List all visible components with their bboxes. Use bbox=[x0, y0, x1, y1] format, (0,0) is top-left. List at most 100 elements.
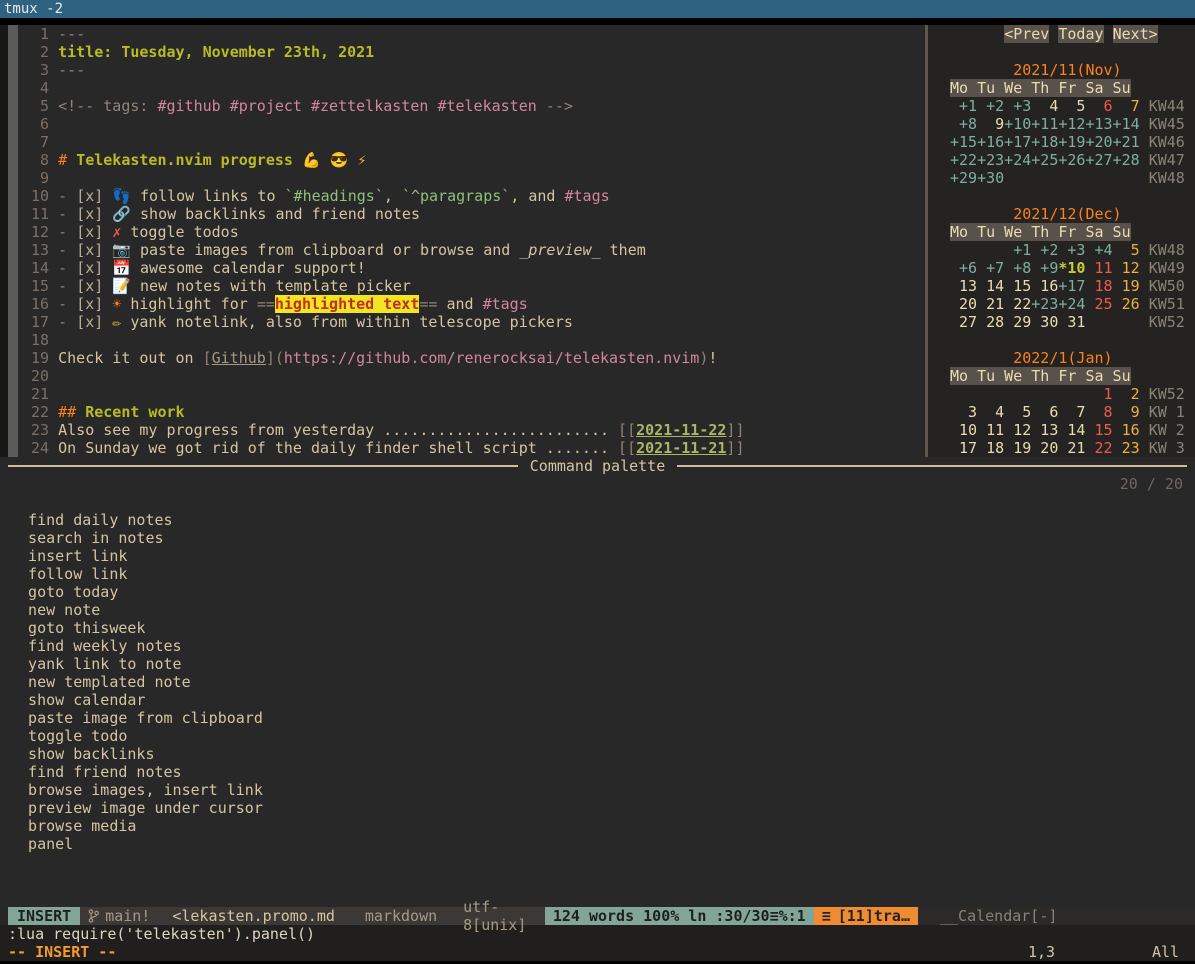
scrollbar[interactable] bbox=[8, 25, 18, 457]
palette-item[interactable]: follow link bbox=[10, 565, 1195, 583]
palette-item[interactable]: goto thisweek bbox=[10, 619, 1195, 637]
palette-item[interactable]: browse images, insert link bbox=[10, 781, 1195, 799]
editor-window[interactable]: 1 --- 2 title: Tuesday, November 23th, 2… bbox=[18, 25, 929, 457]
calendar-days[interactable]: 10 11 12 13 14 bbox=[950, 421, 1085, 439]
filename[interactable]: <lekasten.promo.md bbox=[172, 907, 335, 925]
calendar-days[interactable]: 27 28 29 30 31 bbox=[950, 313, 1085, 331]
editor-line: 12 - [x] ✗ toggle todos bbox=[22, 223, 929, 241]
calendar-days[interactable]: +8 bbox=[950, 115, 977, 133]
palette-item[interactable]: new note bbox=[10, 601, 1195, 619]
calendar-days[interactable]: +22+23+24+25+26+27+28 bbox=[950, 151, 1140, 169]
calendar-days[interactable]: 19 bbox=[1113, 277, 1140, 295]
muscle-sunglasses-zap-emojis: 💪 😎 ⚡ bbox=[302, 151, 366, 169]
text-run: ....... bbox=[546, 439, 609, 457]
today-marker[interactable]: *10 bbox=[1058, 259, 1085, 277]
buffers-label: [11]tra… bbox=[838, 907, 910, 925]
calendar-days[interactable]: 1 bbox=[1085, 385, 1112, 403]
text-run: - bbox=[58, 313, 76, 331]
line-number: 12 bbox=[22, 223, 58, 241]
calendar-emoji: 📅 bbox=[112, 259, 131, 277]
checkbox-checked[interactable]: [x] bbox=[76, 205, 103, 223]
calendar-days[interactable]: 26 bbox=[1113, 295, 1140, 313]
calendar-days[interactable]: 20 21 22 bbox=[950, 295, 1031, 313]
editor-line: 19 Check it out on [Github](https://gith… bbox=[22, 349, 929, 367]
palette-item[interactable]: find daily notes bbox=[10, 511, 1195, 529]
calendar-days[interactable]: +6 +7 +8 +9 bbox=[950, 259, 1058, 277]
word-count-position: 124 words 100% ln :30/30≡%:1 bbox=[545, 907, 814, 925]
calendar-days[interactable]: 9 bbox=[977, 115, 1004, 133]
next-button[interactable]: Next> bbox=[1113, 25, 1158, 43]
calendar-days[interactable]: 6 bbox=[1085, 97, 1112, 115]
editor-line: 20 bbox=[22, 367, 929, 385]
palette-item[interactable]: goto today bbox=[10, 583, 1195, 601]
github-link[interactable]: Github bbox=[212, 349, 266, 367]
calendar-days[interactable]: 16 bbox=[1113, 421, 1140, 439]
palette-item[interactable]: preview image under cursor bbox=[10, 799, 1195, 817]
calendar-days[interactable]: +15+16+17+18+19+20+21 bbox=[950, 133, 1140, 151]
calendar-days[interactable]: 2 bbox=[1113, 385, 1140, 403]
line-number: 14 bbox=[22, 259, 58, 277]
calendar-days[interactable]: 3 4 5 6 7 bbox=[950, 403, 1085, 421]
palette-selected-item[interactable]: >find notes bbox=[10, 493, 1195, 511]
palette-item[interactable]: insert link bbox=[10, 547, 1195, 565]
checkbox-checked[interactable]: [x] bbox=[76, 295, 103, 313]
checkbox-checked[interactable]: [x] bbox=[76, 187, 103, 205]
palette-item[interactable]: find weekly notes bbox=[10, 637, 1195, 655]
git-branch[interactable]: main! bbox=[105, 907, 150, 925]
palette-item[interactable]: find friend notes bbox=[10, 763, 1195, 781]
calendar-days[interactable]: 7 bbox=[1113, 97, 1140, 115]
palette-item[interactable]: show calendar bbox=[10, 691, 1195, 709]
text-run bbox=[103, 223, 112, 241]
palette-prompt[interactable]: > 20 / 20 bbox=[10, 475, 1195, 493]
tag-tags: #tags bbox=[483, 295, 528, 313]
palette-item[interactable]: new templated note bbox=[10, 673, 1195, 691]
calendar-days[interactable]: 9 bbox=[1113, 403, 1140, 421]
checkbox-checked[interactable]: [x] bbox=[76, 223, 103, 241]
palette-item[interactable]: browse media bbox=[10, 817, 1195, 835]
note-link-2021-11-21[interactable]: 2021-11-21 bbox=[636, 439, 726, 457]
text-run: On Sunday we got rid of the daily finder… bbox=[58, 439, 546, 457]
calendar-days[interactable]: 22 bbox=[1085, 439, 1112, 457]
buffers-segment[interactable]: ≡[11]tra… bbox=[814, 907, 918, 925]
text-run: Also see my progress from yesterday bbox=[58, 421, 383, 439]
text-run: , and bbox=[510, 187, 564, 205]
calendar-days[interactable]: 13 14 15 16 bbox=[950, 277, 1058, 295]
palette-item[interactable]: panel bbox=[10, 835, 1195, 853]
text-run: --- bbox=[58, 25, 85, 43]
palette-item[interactable]: show backlinks bbox=[10, 745, 1195, 763]
calendar-days[interactable]: +29+30 bbox=[950, 169, 1004, 187]
calendar-days[interactable]: 18 bbox=[1085, 277, 1112, 295]
calendar-days[interactable]: +1 +2 +3 bbox=[950, 97, 1031, 115]
palette-item[interactable]: toggle todo bbox=[10, 727, 1195, 745]
calendar-days[interactable]: 23 bbox=[1113, 439, 1140, 457]
calendar-days[interactable]: 4 5 bbox=[1031, 97, 1085, 115]
calendar-days[interactable]: +10+11+12+13+14 bbox=[1004, 115, 1139, 133]
text-run: [[ bbox=[618, 439, 636, 457]
checkbox-checked[interactable]: [x] bbox=[76, 277, 103, 295]
palette-item[interactable]: paste image from clipboard bbox=[10, 709, 1195, 727]
calendar-days[interactable]: +17 bbox=[1058, 277, 1085, 295]
calendar-days[interactable]: 15 bbox=[1085, 421, 1112, 439]
text-run bbox=[1085, 313, 1148, 331]
command-line[interactable]: :lua require('telekasten').panel() bbox=[0, 925, 1195, 943]
note-link-2021-11-22[interactable]: 2021-11-22 bbox=[636, 421, 726, 439]
palette-item[interactable]: search in notes bbox=[10, 529, 1195, 547]
calendar-days[interactable]: 5 bbox=[1113, 241, 1140, 259]
checkbox-checked[interactable]: [x] bbox=[76, 241, 103, 259]
calendar-days[interactable]: 17 18 19 20 21 bbox=[950, 439, 1085, 457]
github-url[interactable]: https://github.com/renerocksai/telekaste… bbox=[284, 349, 699, 367]
calendar-days[interactable]: 11 bbox=[1085, 259, 1112, 277]
prev-button[interactable]: <Prev bbox=[1004, 25, 1049, 43]
calendar-days[interactable]: +23+24 bbox=[1031, 295, 1085, 313]
calendar-window[interactable]: <Prev Today Next> 2021/11(Nov)Mo Tu We T… bbox=[928, 25, 1195, 457]
checkbox-checked[interactable]: [x] bbox=[76, 259, 103, 277]
calendar-days[interactable]: 12 bbox=[1113, 259, 1140, 277]
calendar-days[interactable]: 25 bbox=[1085, 295, 1112, 313]
checkbox-checked[interactable]: [x] bbox=[76, 313, 103, 331]
text-run bbox=[1140, 277, 1149, 295]
text-run: follow links to bbox=[131, 187, 285, 205]
palette-item[interactable]: yank link to note bbox=[10, 655, 1195, 673]
calendar-days[interactable]: 8 bbox=[1085, 403, 1112, 421]
calendar-days[interactable]: +1 +2 +3 +4 bbox=[1004, 241, 1112, 259]
today-button[interactable]: Today bbox=[1058, 25, 1103, 43]
